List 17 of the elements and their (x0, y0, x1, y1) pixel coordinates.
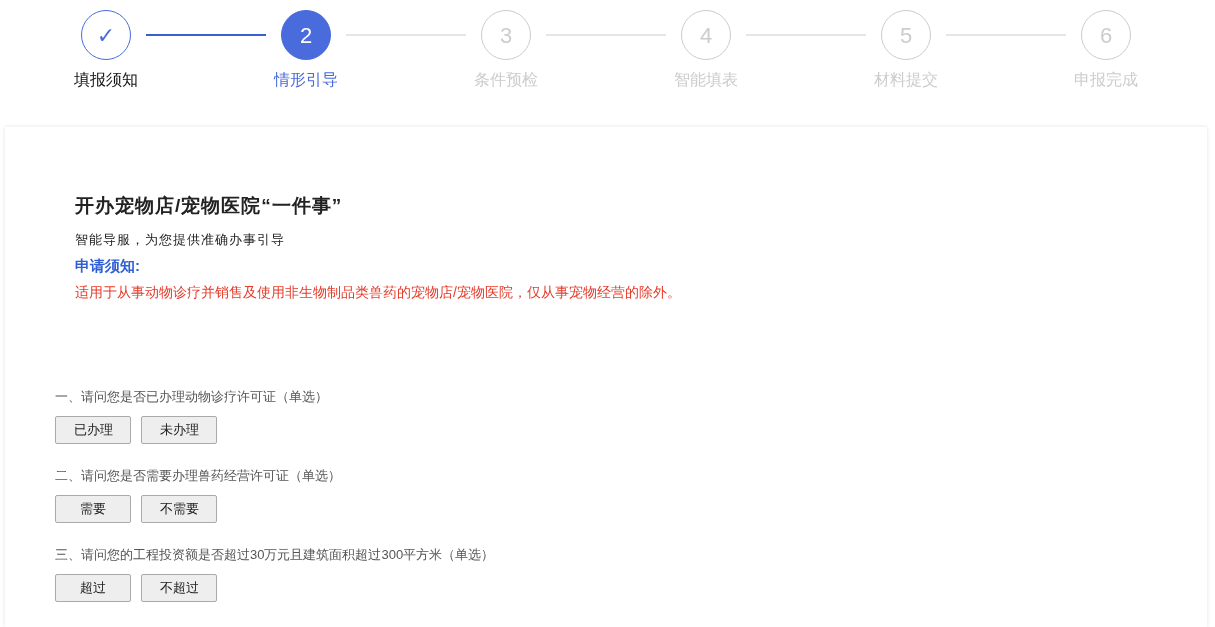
question-text: 二、请问您是否需要办理兽药经营许可证（单选） (55, 466, 342, 485)
option-button[interactable]: 不需要 (141, 495, 217, 523)
notice-heading: 申请须知: (75, 256, 141, 277)
option-button[interactable]: 需要 (55, 495, 131, 523)
option-button[interactable]: 已办理 (55, 416, 131, 444)
option-button[interactable]: 不超过 (141, 574, 217, 602)
question-text: 一、请问您是否已办理动物诊疗许可证（单选） (55, 387, 329, 406)
step-label: 填报须知 (74, 70, 138, 90)
step-circle: ✓ (81, 10, 131, 60)
question-text: 三、请问您的工程投资额是否超过30万元且建筑面积超过300平方米（单选） (55, 545, 496, 564)
step-label: 情形引导 (274, 70, 338, 90)
subtitle: 智能导服，为您提供准确办事引导 (75, 230, 286, 249)
notice-text: 适用于从事动物诊疗并销售及使用非生物制品类兽药的宠物店/宠物医院，仅从事宠物经营的除外。 (75, 282, 682, 302)
step-circle: 2 (281, 10, 331, 60)
option-button[interactable]: 超过 (55, 574, 131, 602)
page-title: 开办宠物店/宠物医院“一件事” (75, 195, 344, 218)
option-button[interactable]: 未办理 (141, 416, 217, 444)
